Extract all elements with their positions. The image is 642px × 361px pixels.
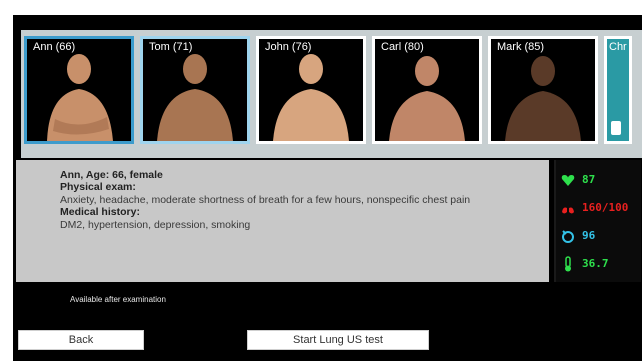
patient-name-label: Chr	[609, 41, 627, 53]
patient-name-label: Tom (71)	[149, 41, 193, 53]
heart-rate-value: 87	[582, 173, 596, 186]
patient-carousel: Ann (66) Tom (71) John (76) Carl (80) Ma…	[21, 30, 642, 158]
patient-figure-image	[389, 56, 465, 141]
patient-card-partial[interactable]: Chr	[604, 36, 632, 144]
medical-history-text: DM2, hypertension, depression, smoking	[60, 218, 251, 231]
blood-pressure-value: 160/100	[582, 201, 629, 214]
vitals-panel: 87 160/100 96 36.7	[554, 160, 641, 282]
oxygen-saturation-icon	[562, 230, 574, 243]
patient-figure-image	[157, 54, 233, 141]
patient-figure-image	[611, 121, 621, 135]
physical-exam-heading: Physical exam:	[60, 181, 136, 194]
oxygen-value: 96	[582, 229, 596, 242]
lungs-icon	[562, 203, 574, 214]
vital-temperature: 36.7	[560, 254, 640, 278]
patient-card-tom[interactable]: Tom (71)	[140, 36, 250, 144]
start-lung-us-test-button[interactable]: Start Lung US test	[247, 330, 429, 350]
vital-oxygen: 96	[560, 226, 640, 250]
patient-figure-image	[505, 56, 581, 141]
patient-name-label: Mark (85)	[497, 41, 545, 53]
temperature-value: 36.7	[582, 257, 609, 270]
physical-exam-text: Anxiety, headache, moderate shortness of…	[60, 193, 471, 206]
patient-info-panel: Ann, Age: 66, female Physical exam: Anxi…	[16, 160, 549, 282]
vital-heart-rate: 87	[560, 170, 640, 194]
app-frame: Ann (66) Tom (71) John (76) Carl (80) Ma…	[13, 15, 642, 361]
heart-rate-icon	[561, 175, 575, 186]
patient-name-line: Ann, Age: 66, female	[60, 169, 163, 181]
medical-history-heading: Medical history:	[60, 206, 140, 219]
patient-name-label: Carl (80)	[381, 41, 424, 53]
vital-blood-pressure: 160/100	[560, 198, 640, 222]
patient-figure-image	[47, 54, 113, 141]
patient-card-carl[interactable]: Carl (80)	[372, 36, 482, 144]
back-button[interactable]: Back	[18, 330, 144, 350]
patient-card-mark[interactable]: Mark (85)	[488, 36, 598, 144]
patient-name-label: Ann (66)	[33, 41, 76, 53]
patient-figure-image	[273, 54, 349, 141]
available-after-exam-note: Available after examination	[70, 295, 166, 304]
patient-name-label: John (76)	[265, 41, 312, 53]
thermometer-icon	[565, 256, 571, 272]
patient-card-john[interactable]: John (76)	[256, 36, 366, 144]
patient-card-ann[interactable]: Ann (66)	[24, 36, 134, 144]
